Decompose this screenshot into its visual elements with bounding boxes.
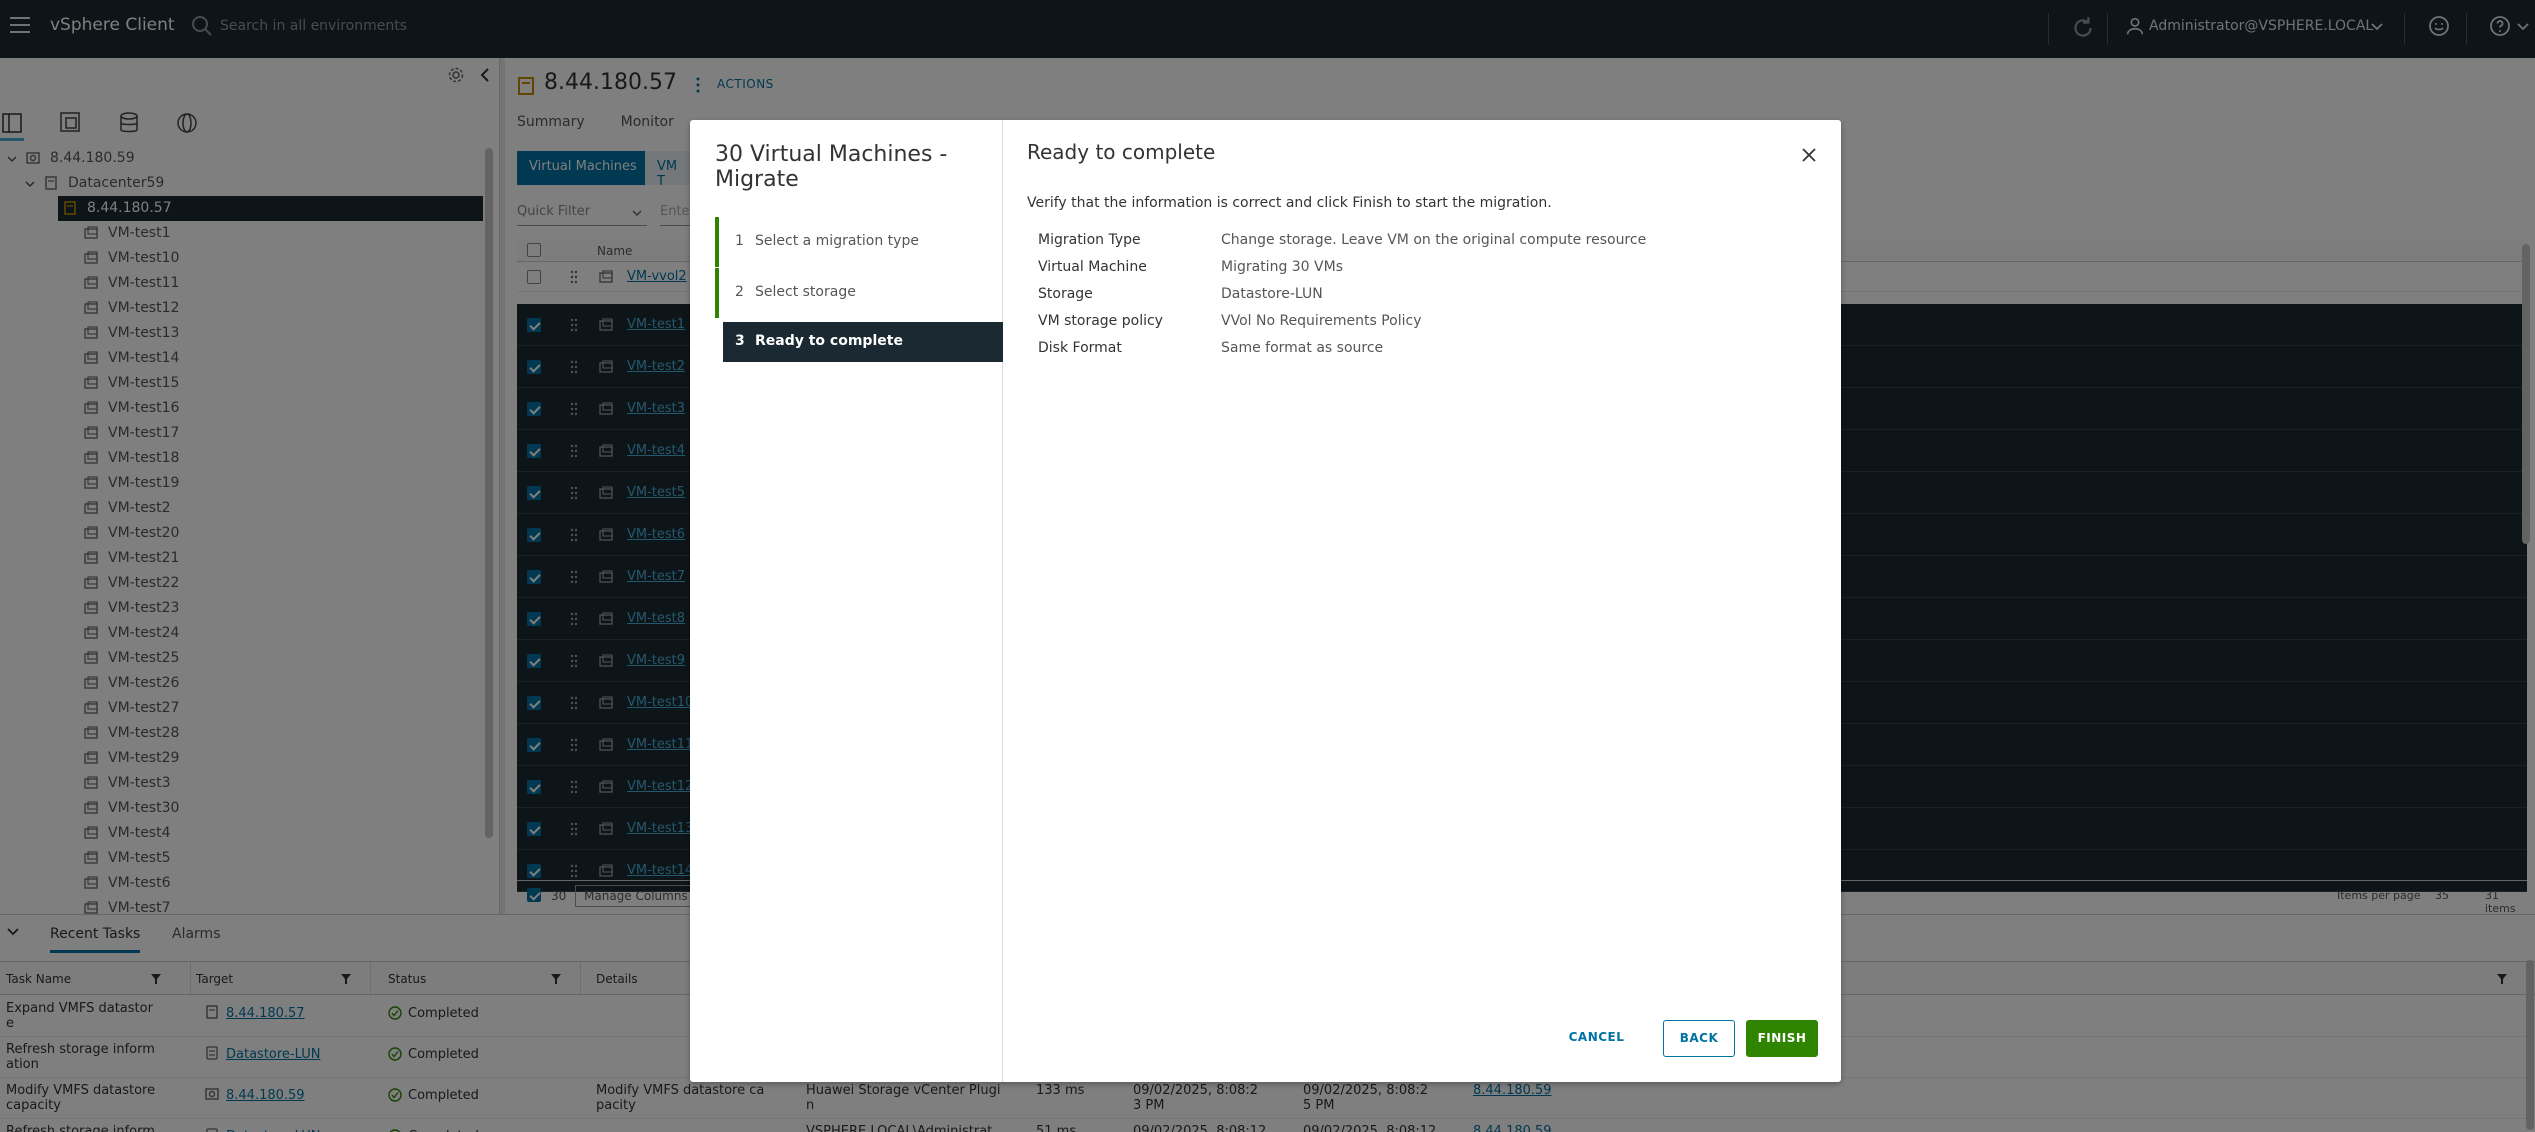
migrate-wizard-dialog: 30 Virtual Machines - Migrate 1 Select a … [690, 120, 1841, 1082]
step-number: 3 [735, 333, 745, 349]
step-number: 2 [735, 284, 744, 300]
wizard-page: Ready to complete Verify that the inform… [1004, 120, 1841, 1082]
wizard-step-3[interactable]: 3 Ready to complete [723, 322, 1003, 362]
summary-value: VVol No Requirements Policy [1221, 313, 1422, 329]
step-label: Ready to complete [755, 333, 903, 349]
step-complete-indicator [715, 268, 719, 318]
summary-key: Disk Format [1038, 340, 1122, 356]
wizard-sidebar: 30 Virtual Machines - Migrate 1 Select a … [690, 120, 1003, 1082]
summary-key: VM storage policy [1038, 313, 1163, 329]
step-label: Select storage [755, 284, 856, 300]
close-icon[interactable] [1800, 146, 1818, 164]
summary-value: Migrating 30 VMs [1221, 259, 1343, 275]
summary-key: Storage [1038, 286, 1093, 302]
back-button[interactable]: BACK [1663, 1020, 1735, 1057]
wizard-instructions: Verify that the information is correct a… [1027, 195, 1552, 211]
wizard-page-title: Ready to complete [1027, 140, 1216, 164]
summary-value: Same format as source [1221, 340, 1384, 356]
cancel-button[interactable]: CANCEL [1559, 1020, 1634, 1057]
step-label: Select a migration type [755, 233, 919, 249]
step-complete-indicator [715, 217, 719, 267]
wizard-step-2[interactable]: 2 Select storage [715, 268, 1003, 318]
summary-value: Change storage. Leave VM on the original… [1221, 232, 1647, 248]
wizard-step-1[interactable]: 1 Select a migration type [715, 217, 1003, 267]
summary-value: Datastore-LUN [1221, 286, 1323, 302]
wizard-title: 30 Virtual Machines - Migrate [715, 142, 948, 192]
finish-button[interactable]: FINISH [1746, 1020, 1818, 1057]
summary-key: Virtual Machine [1038, 259, 1147, 275]
summary-key: Migration Type [1038, 232, 1141, 248]
step-number: 1 [735, 233, 744, 249]
